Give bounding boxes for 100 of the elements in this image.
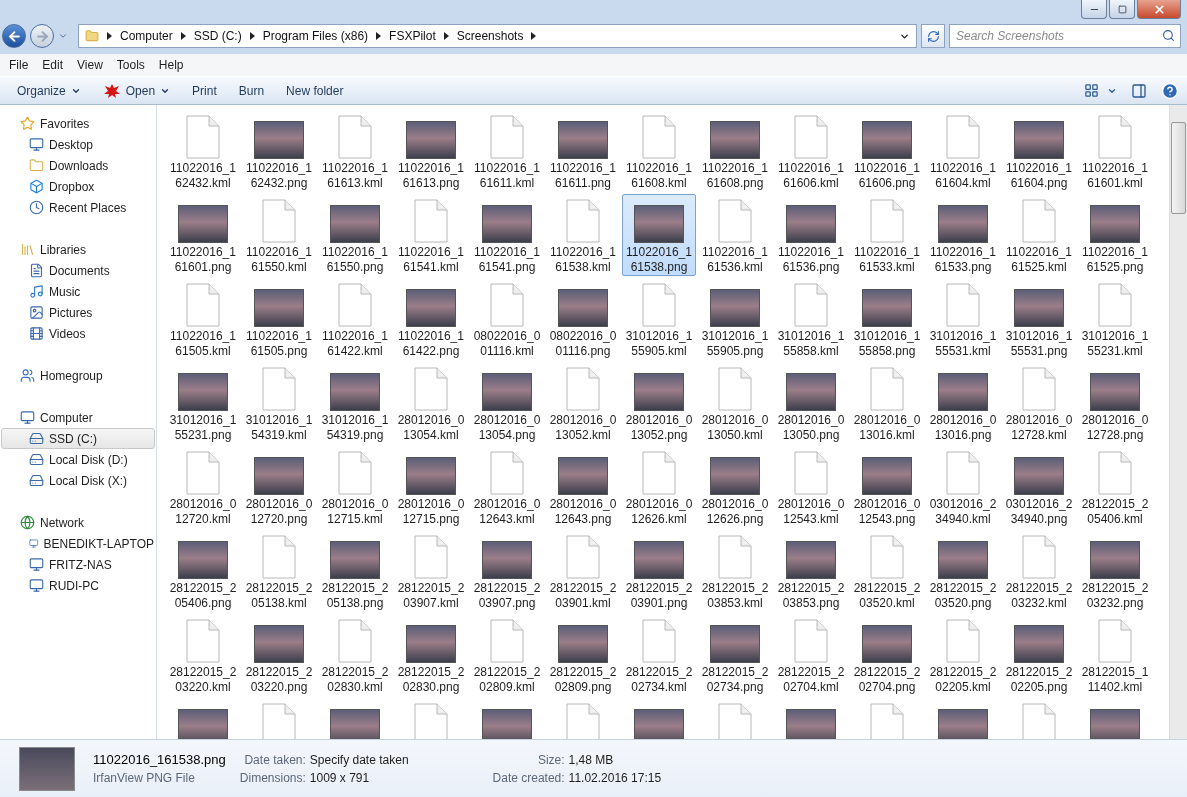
grid-thumbnail-tile[interactable]: 28122015_202830.kml	[318, 614, 392, 696]
grid-thumbnail-tile[interactable]: 11022016_161613.kml	[318, 110, 392, 192]
grid-thumbnail-tile[interactable]: 31012016_155231.png	[166, 362, 240, 444]
sidebar-item[interactable]: Homegroup	[1, 365, 155, 386]
breadcrumb-item[interactable]: SSD (C:)	[193, 29, 242, 43]
grid-thumbnail-tile[interactable]: 28122015_203520.kml	[850, 530, 924, 612]
sidebar-item[interactable]: Pictures	[1, 302, 155, 323]
grid-thumbnail-tile[interactable]: 28012016_013052.png	[622, 362, 696, 444]
grid-thumbnail-tile[interactable]: 11022016_161538.kml	[546, 194, 620, 276]
sidebar-item[interactable]: BENEDIKT-LAPTOP	[1, 533, 155, 554]
grid-thumbnail-tile[interactable]: 28012016_013054.png	[470, 362, 544, 444]
grid-thumbnail-tile[interactable]: 28012016_012715.png	[394, 446, 468, 528]
breadcrumb-item[interactable]: Program Files (x86)	[262, 29, 369, 43]
grid-thumbnail-tile[interactable]: 28012016_013016.png	[926, 362, 1000, 444]
grid-thumbnail-tile[interactable]: 31012016_154319.png	[318, 362, 392, 444]
close-button[interactable]	[1137, 0, 1181, 19]
breadcrumb-item[interactable]: Computer	[120, 29, 173, 43]
grid-thumbnail-tile[interactable]: 11022016_161536.png	[774, 194, 848, 276]
grid-thumbnail-tile[interactable]: 28122015_203220.kml	[166, 614, 240, 696]
grid-thumbnail-tile[interactable]: 28122015_205406.png	[166, 530, 240, 612]
grid-thumbnail-tile[interactable]: 11022016_161604.kml	[926, 110, 1000, 192]
grid-thumbnail-tile[interactable]: 11022016_161608.kml	[622, 110, 696, 192]
grid-thumbnail-tile[interactable]: 28012016_013050.png	[774, 362, 848, 444]
grid-thumbnail-tile[interactable]: 31012016_155858.png	[850, 278, 924, 360]
preview-pane-button[interactable]	[1131, 82, 1147, 99]
grid-thumbnail-tile[interactable]: 28122015_205406.kml	[1078, 446, 1152, 528]
grid-thumbnail-tile[interactable]: 28122015_203520.png	[926, 530, 1000, 612]
sidebar-item[interactable]: Music	[1, 281, 155, 302]
grid-thumbnail-tile[interactable]: 28122015_111402.kml	[1078, 614, 1152, 696]
grid-thumbnail-tile[interactable]: 28012016_012643.kml	[470, 446, 544, 528]
minimize-button[interactable]	[1081, 0, 1107, 19]
view-options-button[interactable]	[1084, 83, 1117, 98]
sidebar-item[interactable]: Local Disk (X:)	[1, 470, 155, 491]
maximize-button[interactable]	[1109, 0, 1135, 19]
grid-thumbnail-tile[interactable]: 11022016_161611.kml	[470, 110, 544, 192]
sidebar-item[interactable]: SSD (C:)	[1, 428, 155, 449]
sidebar-item[interactable]: Network	[1, 512, 155, 533]
sidebar-item[interactable]: Videos	[1, 323, 155, 344]
grid-thumbnail-tile[interactable]: 28122015_203907.png	[470, 530, 544, 612]
sidebar-item[interactable]: Downloads	[1, 155, 155, 176]
sidebar-item[interactable]: Documents	[1, 260, 155, 281]
grid-thumbnail-tile[interactable]: 28122015_203853.kml	[698, 530, 772, 612]
grid-thumbnail-tile[interactable]: 28122015_202809.png	[546, 614, 620, 696]
refresh-button[interactable]	[921, 24, 945, 48]
grid-thumbnail-tile[interactable]: 11022016_161601.kml	[1078, 110, 1152, 192]
grid-thumbnail-tile[interactable]: 28012016_012715.kml	[318, 446, 392, 528]
grid-thumbnail-tile[interactable]: 28122015_203232.png	[1078, 530, 1152, 612]
search-icon[interactable]	[1162, 29, 1175, 42]
grid-thumbnail-tile[interactable]: 11022016_161505.kml	[166, 278, 240, 360]
grid-thumbnail-tile[interactable]: 11022016_161606.kml	[774, 110, 848, 192]
grid-thumbnail-tile[interactable]: 31012016_155531.kml	[926, 278, 1000, 360]
grid-thumbnail-tile[interactable]: 11022016_161550.kml	[242, 194, 316, 276]
grid-thumbnail-tile[interactable]: 28122015_202205.kml	[926, 614, 1000, 696]
sidebar-item[interactable]: Desktop	[1, 134, 155, 155]
grid-thumbnail-tile[interactable]: 28122015_202734.png	[698, 614, 772, 696]
grid-thumbnail-tile[interactable]: 28012016_012728.kml	[1002, 362, 1076, 444]
grid-thumbnail-tile[interactable]: 28012016_012720.png	[242, 446, 316, 528]
toolbar-button[interactable]: Open	[93, 79, 180, 102]
grid-thumbnail-tile[interactable]: 28122015_202205.png	[1002, 614, 1076, 696]
grid-thumbnail-tile[interactable]: 28012016_013016.kml	[850, 362, 924, 444]
grid-thumbnail-tile[interactable]: 28012016_012543.png	[850, 446, 924, 528]
grid-thumbnail-tile[interactable]: 11022016_161601.png	[166, 194, 240, 276]
sidebar-item[interactable]: Libraries	[1, 239, 155, 260]
grid-thumbnail-tile[interactable]: 28122015_203853.png	[774, 530, 848, 612]
toolbar-button[interactable]: Organize	[8, 80, 90, 101]
menu-item[interactable]: Tools	[109, 58, 152, 72]
grid-thumbnail-tile[interactable]: 11022016_161525.png	[1078, 194, 1152, 276]
grid-thumbnail-tile[interactable]: 11022016_161606.png	[850, 110, 924, 192]
grid-thumbnail-tile[interactable]: 31012016_155858.kml	[774, 278, 848, 360]
menu-item[interactable]: Help	[151, 58, 191, 72]
toolbar-button[interactable]: Burn	[229, 80, 274, 101]
grid-thumbnail-tile[interactable]: 11022016_161550.png	[318, 194, 392, 276]
grid-thumbnail-tile[interactable]: 28012016_012720.kml	[166, 446, 240, 528]
grid-thumbnail-tile[interactable]: 08022016_001116.kml	[470, 278, 544, 360]
grid-thumbnail-tile[interactable]: 28122015_203220.png	[242, 614, 316, 696]
grid-thumbnail-tile[interactable]: 08022016_001116.png	[546, 278, 620, 360]
history-dropdown-icon[interactable]	[58, 31, 68, 41]
grid-thumbnail-tile[interactable]: 28012016_012728.png	[1078, 362, 1152, 444]
sidebar-item[interactable]: Local Disk (D:)	[1, 449, 155, 470]
grid-thumbnail-tile[interactable]: 11022016_162432.kml	[166, 110, 240, 192]
grid-thumbnail-tile[interactable]: 11022016_161541.kml	[394, 194, 468, 276]
grid-thumbnail-tile[interactable]: 11022016_161608.png	[698, 110, 772, 192]
grid-thumbnail-tile[interactable]: 31012016_155905.kml	[622, 278, 696, 360]
breadcrumb-item[interactable]: Screenshots	[456, 29, 524, 43]
grid-thumbnail-tile[interactable]: 11022016_161422.kml	[318, 278, 392, 360]
grid-thumbnail-tile[interactable]: 11022016_161613.png	[394, 110, 468, 192]
sidebar-item[interactable]: FRITZ-NAS	[1, 554, 155, 575]
grid-thumbnail-tile[interactable]: 31012016_154319.kml	[242, 362, 316, 444]
breadcrumb-item[interactable]: FSXPilot	[389, 29, 436, 43]
grid-thumbnail-tile[interactable]: 28012016_012643.png	[546, 446, 620, 528]
grid-thumbnail-tile[interactable]: 28012016_013054.kml	[394, 362, 468, 444]
grid-thumbnail-tile[interactable]: 28122015_203232.kml	[1002, 530, 1076, 612]
sidebar-item[interactable]: Favorites	[1, 113, 155, 134]
grid-thumbnail-tile[interactable]: 11022016_161525.kml	[1002, 194, 1076, 276]
help-button[interactable]	[1161, 81, 1179, 100]
grid-thumbnail-tile[interactable]: 28012016_013052.kml	[546, 362, 620, 444]
grid-thumbnail-tile[interactable]: 11022016_161536.kml	[698, 194, 772, 276]
grid-thumbnail-tile[interactable]: 03012016_234940.png	[1002, 446, 1076, 528]
grid-thumbnail-tile[interactable]: 31012016_155905.png	[698, 278, 772, 360]
grid-thumbnail-tile[interactable]: 28122015_205138.kml	[242, 530, 316, 612]
